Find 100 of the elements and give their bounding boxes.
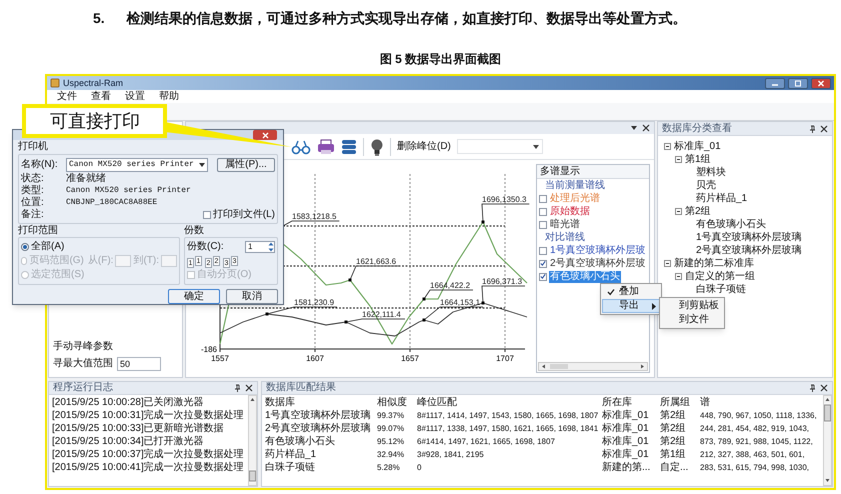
table-cell-text: 8#1117, 1414, 1497, 1543, 1580, 1665, 1698, 1807 xyxy=(416,410,599,422)
pin-icon xyxy=(808,124,816,132)
spectrum-item[interactable]: 2号真空玻璃杯外层玻 xyxy=(549,258,647,270)
axis-tick-label: 1607 xyxy=(306,354,324,363)
table-cell-text: 448, 790, 967, 1050, 1118, 1336, xyxy=(699,410,817,422)
close-icon xyxy=(817,80,825,86)
tree-item[interactable]: 第2组 xyxy=(685,206,711,218)
menu-item[interactable]: 查看 xyxy=(91,90,111,103)
collapse-icon[interactable] xyxy=(675,273,682,280)
collapse-icon[interactable] xyxy=(675,156,682,163)
spectrum-item[interactable]: 原始数据 xyxy=(549,206,591,218)
collapse-icon[interactable] xyxy=(675,208,682,215)
tree-item[interactable]: 第1组 xyxy=(685,154,711,166)
peak-marker xyxy=(422,298,426,300)
maximize-button[interactable] xyxy=(788,78,808,88)
table-cell-text: 第2组 xyxy=(659,409,687,422)
menu-item[interactable]: 设置 xyxy=(125,90,145,103)
field-label: 状态: xyxy=(21,173,45,184)
spectrum-item[interactable]: 有色玻璃小石头 xyxy=(549,270,621,282)
group-label: 手动寻峰参数 xyxy=(53,341,114,353)
column-header[interactable]: 峰位匹配 xyxy=(414,396,599,409)
radio-label: 选定范围(S) xyxy=(31,269,84,281)
number-spinner[interactable]: 1 xyxy=(245,241,275,253)
table-cell-text: 白珠子项链 xyxy=(264,461,316,474)
field-label: 类型: xyxy=(21,185,45,196)
panel-title: 程序运行日志 xyxy=(53,382,113,394)
panel-title: 数据库匹配结果 xyxy=(266,382,336,394)
axis-tick-label: -186 xyxy=(200,345,217,354)
menu-item[interactable]: 文件 xyxy=(57,90,77,103)
collapse-icon[interactable] xyxy=(664,260,671,267)
column-header[interactable]: 谱 xyxy=(697,396,817,409)
dropdown-field[interactable] xyxy=(456,139,543,154)
table-cell-text: 标准库_01 xyxy=(601,435,650,448)
tree-item[interactable]: 药片样品_1 xyxy=(696,192,748,204)
input-field[interactable] xyxy=(115,255,132,267)
field-label: 寻最大值范围 xyxy=(53,356,113,371)
column-header[interactable]: 相似度 xyxy=(374,396,414,409)
tree-item[interactable]: 有色玻璃小石头 xyxy=(696,218,766,230)
checkbox[interactable] xyxy=(539,246,547,254)
tree-item[interactable]: 标准库_01 xyxy=(674,140,721,152)
log-line: [2015/9/25 10:00:33]已更新暗光谱数据 xyxy=(52,422,225,435)
spectrum-item[interactable]: 1号真空玻璃杯外层玻 xyxy=(549,244,647,256)
printer-select[interactable]: Canon MX520 series Printer xyxy=(66,158,208,172)
close-icon xyxy=(820,384,828,392)
tree-item[interactable]: 白珠子项链 xyxy=(696,284,746,296)
spectrum-item[interactable]: 暗光谱 xyxy=(549,218,581,230)
menu-item[interactable]: 帮助 xyxy=(159,90,179,103)
table-cell-text: 8#1117, 1338, 1497, 1580, 1621, 1665, 1698, 1841 xyxy=(416,423,599,435)
peak-label: 1664,153.1 xyxy=(440,298,480,307)
leader-line xyxy=(346,318,406,322)
tree-item[interactable]: 新建的第二标准库 xyxy=(674,258,754,270)
dialog-button[interactable]: 取消 xyxy=(226,289,278,304)
panel-title: 多谱显示 xyxy=(537,165,649,179)
axis-tick-label: 1657 xyxy=(401,354,419,363)
log-line: [2015/9/25 10:00:37]完成一次拉曼数据处理 xyxy=(52,448,245,461)
table-cell-text: 283, 531, 615, 794, 998, 1030, xyxy=(699,462,810,474)
leader-line xyxy=(424,306,484,320)
close-icon xyxy=(642,124,650,132)
table-cell-text: 873, 789, 921, 988, 1045, 1122, xyxy=(699,436,814,448)
dialog-button[interactable]: 确定 xyxy=(168,289,220,304)
tree-item[interactable]: 贝壳 xyxy=(696,180,716,192)
tree-item[interactable]: 1号真空玻璃杯外层玻璃 xyxy=(696,232,802,244)
column-header[interactable]: 所在库 xyxy=(599,396,657,409)
minimize-button[interactable] xyxy=(765,78,785,88)
tree-item[interactable]: 2号真空玻璃杯外层玻璃 xyxy=(696,244,802,256)
leader-line xyxy=(266,306,338,314)
checkbox[interactable] xyxy=(539,260,547,268)
tree-item[interactable]: 自定义的第一组 xyxy=(685,270,755,282)
field-value: CNBJNP_180CAC8A88EE xyxy=(66,197,158,209)
axis-tick-label: 1707 xyxy=(496,354,514,363)
input-field[interactable] xyxy=(161,255,177,267)
menu-item[interactable]: 导出 xyxy=(602,299,660,313)
menu-item[interactable]: 到文件 xyxy=(661,313,723,327)
log-line: [2015/9/25 10:00:31]完成一次拉曼数据处理 xyxy=(52,409,245,422)
input-field[interactable]: 50 xyxy=(117,356,161,370)
column-header[interactable]: 数据库 xyxy=(262,396,374,409)
menu-item[interactable]: 到剪贴板 xyxy=(661,299,723,313)
checkbox[interactable] xyxy=(202,211,211,219)
figure-caption: 图 5 数据导出界面截图 xyxy=(380,52,502,66)
window-title: Uspectral-Ram xyxy=(63,77,124,89)
checkbox[interactable] xyxy=(539,272,547,280)
checkbox[interactable] xyxy=(539,220,547,228)
close-button[interactable] xyxy=(253,130,277,140)
table-cell-text: 有色玻璃小石头 xyxy=(264,435,336,448)
checkbox-label: 打印到文件(L) xyxy=(212,209,275,221)
leader-line xyxy=(350,266,400,280)
menu-item[interactable]: 叠加 xyxy=(602,285,660,299)
spinner-value: 1 xyxy=(248,241,252,253)
checkbox[interactable] xyxy=(539,194,547,202)
properties-button[interactable]: 属性(P)... xyxy=(217,158,275,172)
submenu-arrow-icon xyxy=(652,302,656,310)
column-header[interactable]: 所属组 xyxy=(657,396,697,409)
pin-icon xyxy=(233,384,241,392)
field-label: 从(F): xyxy=(88,255,114,267)
log-line: [2015/9/25 10:00:34]已打开激光器 xyxy=(52,435,205,448)
checkbox[interactable] xyxy=(539,208,547,216)
tree-item[interactable]: 塑料块 xyxy=(696,166,726,178)
radio-button[interactable] xyxy=(21,243,29,251)
close-button[interactable] xyxy=(811,78,831,88)
collapse-icon[interactable] xyxy=(664,143,671,150)
